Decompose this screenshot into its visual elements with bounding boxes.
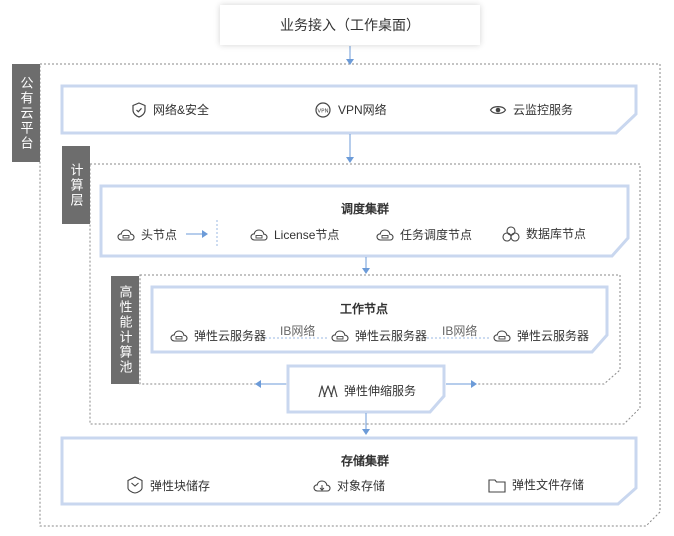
- cloud-icon: [376, 228, 394, 241]
- cloud-icon: [331, 329, 349, 342]
- scaling-icon: [318, 384, 338, 397]
- file-storage-label: 弹性文件存储: [512, 478, 585, 492]
- business-access-label: 业务接入（工作桌面）: [280, 17, 420, 33]
- license-node-label: License节点: [274, 228, 340, 242]
- public-cloud-label: 公有云平台: [12, 64, 40, 162]
- compute-layer-label: 计算层: [62, 146, 90, 224]
- vpn-item: VPN VPN网络: [314, 101, 387, 118]
- scheduling-cluster-title: 调度集群: [341, 202, 390, 216]
- license-node: License节点: [250, 226, 339, 243]
- work-nodes-title: 工作节点: [340, 302, 389, 316]
- cloud-monitor-label: 云监控服务: [513, 103, 574, 117]
- file-storage-item: 弹性文件存储: [488, 476, 584, 493]
- task-scheduler-node: 任务调度节点: [376, 226, 472, 243]
- cloud-icon: [493, 329, 511, 342]
- object-storage-item: 对象存储: [313, 477, 385, 494]
- eye-icon: [489, 105, 507, 114]
- business-access-box: 业务接入（工作桌面）: [220, 5, 480, 45]
- object-storage-label: 对象存储: [337, 479, 386, 493]
- database-node-label: 数据库节点: [526, 227, 587, 241]
- task-scheduler-node-label: 任务调度节点: [400, 228, 473, 242]
- head-node: 头节点: [117, 226, 177, 243]
- cloud-monitor-item: 云监控服务: [489, 101, 573, 118]
- vpn-icon: VPN: [315, 101, 331, 118]
- auto-scaling-label: 弹性伸缩服务: [344, 384, 417, 398]
- database-icon: [502, 225, 520, 242]
- ecs-server-3: 弹性云服务器: [493, 327, 589, 344]
- shield-icon: [132, 101, 146, 118]
- ecs-server-1: 弹性云服务器: [170, 327, 266, 344]
- ecs-server-label: 弹性云服务器: [194, 329, 267, 343]
- ecs-server-2: 弹性云服务器: [331, 327, 427, 344]
- network-security-label: 网络&安全: [153, 103, 210, 117]
- auto-scaling-item: 弹性伸缩服务: [318, 382, 416, 399]
- ecs-server-label: 弹性云服务器: [517, 329, 590, 343]
- ecs-server-label: 弹性云服务器: [355, 329, 428, 343]
- block-storage-icon: [127, 476, 143, 494]
- vpn-label: VPN网络: [338, 103, 387, 117]
- cloud-icon: [170, 329, 188, 342]
- cloud-icon: [117, 228, 135, 241]
- cloud-icon: [250, 228, 268, 241]
- network-security-item: 网络&安全: [131, 101, 209, 118]
- storage-cluster-title: 存储集群: [341, 454, 390, 468]
- block-storage-item: 弹性块储存: [126, 476, 210, 494]
- ib-network-label-2: IB网络: [442, 324, 478, 338]
- block-storage-label: 弹性块储存: [150, 478, 211, 493]
- svg-text:VPN: VPN: [317, 108, 328, 114]
- object-storage-icon: [313, 479, 331, 492]
- ib-network-label-1: IB网络: [280, 324, 316, 338]
- head-node-label: 头节点: [141, 228, 178, 242]
- database-node: 数据库节点: [502, 225, 586, 242]
- hpc-pool-label: 高性能计算池: [111, 276, 139, 384]
- container-outlines: [39, 46, 661, 527]
- folder-icon: [488, 478, 506, 493]
